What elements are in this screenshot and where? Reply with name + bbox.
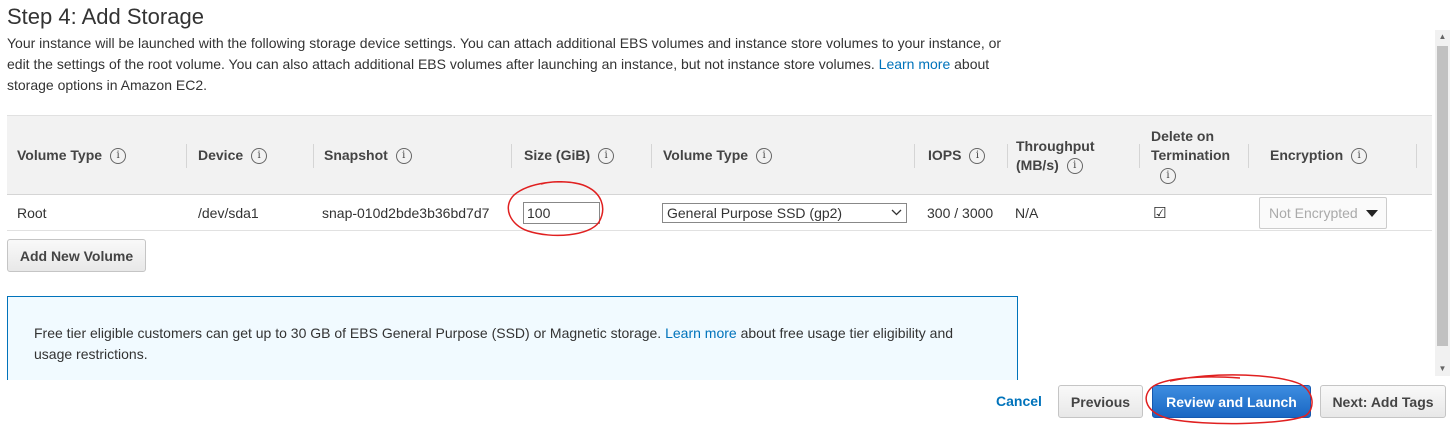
info-icon[interactable]: i xyxy=(756,147,773,164)
scroll-up-arrow-icon[interactable]: ▲ xyxy=(1435,30,1450,44)
header-size[interactable]: Size (GiB) i xyxy=(512,116,652,195)
free-tier-info-text: Free tier eligible customers can get up … xyxy=(34,323,994,365)
column-divider xyxy=(1416,144,1417,168)
scroll-down-arrow-icon[interactable]: ▼ xyxy=(1435,362,1450,376)
cell-snapshot: snap-010d2bde3b36bd7d7 xyxy=(322,205,490,221)
header-throughput[interactable]: Throughput (MB/s) i xyxy=(1008,116,1140,195)
volume-type-selected: General Purpose SSD (gp2) xyxy=(667,205,843,221)
header-label: Size (GiB) xyxy=(524,147,591,163)
header-label-multiline: Delete on Termination i xyxy=(1151,127,1231,185)
info-icon[interactable]: i xyxy=(110,147,127,164)
encryption-select[interactable]: Not Encrypted xyxy=(1259,197,1387,229)
scroll-thumb[interactable] xyxy=(1437,46,1448,346)
header-label: Volume Type xyxy=(663,147,749,163)
cell-iops: 300 / 3000 xyxy=(927,205,994,221)
volume-type-select[interactable]: General Purpose SSD (gp2) xyxy=(662,203,907,223)
chevron-down-icon xyxy=(891,208,902,219)
add-new-volume-button[interactable]: Add New Volume xyxy=(7,239,146,272)
cell-throughput: N/A xyxy=(1015,205,1039,221)
header-device[interactable]: Device i xyxy=(187,116,314,195)
review-and-launch-button[interactable]: Review and Launch xyxy=(1152,385,1311,418)
previous-button[interactable]: Previous xyxy=(1058,385,1143,418)
info-icon[interactable]: i xyxy=(395,147,412,164)
cell-encryption: Not Encrypted xyxy=(1259,195,1387,231)
header-label-line2: Termination xyxy=(1151,146,1231,163)
learn-more-storage-link[interactable]: Learn more xyxy=(879,56,951,72)
info-icon[interactable]: i xyxy=(251,147,268,164)
intro-part1: Your instance will be launched with the … xyxy=(7,35,1002,72)
header-encryption[interactable]: Encryption i xyxy=(1249,116,1417,195)
encryption-selected: Not Encrypted xyxy=(1269,205,1357,221)
info-icon[interactable]: i xyxy=(1066,157,1083,174)
header-label: IOPS xyxy=(928,147,962,163)
info-icon[interactable]: i xyxy=(969,147,986,164)
header-label: Volume Type xyxy=(17,147,103,163)
size-input[interactable] xyxy=(523,202,600,224)
next-add-tags-button[interactable]: Next: Add Tags xyxy=(1320,385,1446,418)
delete-on-termination-checkbox[interactable]: ☑ xyxy=(1153,204,1166,222)
header-delete-on-termination[interactable]: Delete on Termination i xyxy=(1140,116,1249,195)
intro-text: Your instance will be launched with the … xyxy=(7,33,1027,96)
header-label-line1: Throughput xyxy=(1016,137,1095,154)
header-label: Snapshot xyxy=(324,147,388,163)
cell-device: /dev/sda1 xyxy=(198,205,259,221)
free-tier-info-box: Free tier eligible customers can get up … xyxy=(7,296,1018,380)
header-label-line2: (MB/s) xyxy=(1016,156,1059,173)
info-icon[interactable]: i xyxy=(1351,147,1368,164)
caret-down-icon xyxy=(1366,210,1378,217)
header-snapshot[interactable]: Snapshot i xyxy=(314,116,512,195)
table-row: Root /dev/sda1 snap-010d2bde3b36bd7d7 Ge… xyxy=(7,195,1432,231)
table-header: Volume Type i Device i Snapshot i Size (GiB… xyxy=(7,115,1432,195)
storage-table: Volume Type i Device i Snapshot i Size (GiB… xyxy=(7,115,1432,231)
header-label-line1: Delete on xyxy=(1151,127,1215,144)
header-label: Encryption xyxy=(1270,147,1344,163)
header-iops[interactable]: IOPS i xyxy=(915,116,1008,195)
cell-size xyxy=(523,195,600,231)
cell-delete-on-termination: ☑ xyxy=(1153,195,1166,231)
info-part1: Free tier eligible customers can get up … xyxy=(34,325,666,341)
header-label-multiline: Throughput (MB/s) i xyxy=(1016,137,1095,175)
header-ebs-volume-type[interactable]: Volume Type i xyxy=(652,116,915,195)
cell-volume-type: Root xyxy=(17,205,47,221)
info-icon[interactable]: i xyxy=(1160,168,1176,185)
cell-ebs-volume-type: General Purpose SSD (gp2) xyxy=(662,195,907,231)
header-label: Device xyxy=(198,147,244,163)
header-volume-type[interactable]: Volume Type i xyxy=(7,116,187,195)
info-icon[interactable]: i xyxy=(598,147,615,164)
learn-more-free-tier-link[interactable]: Learn more xyxy=(665,325,737,341)
page-title: Step 4: Add Storage xyxy=(7,4,204,29)
cancel-link[interactable]: Cancel xyxy=(996,393,1042,409)
vertical-scrollbar[interactable]: ▲ ▼ xyxy=(1435,30,1450,376)
